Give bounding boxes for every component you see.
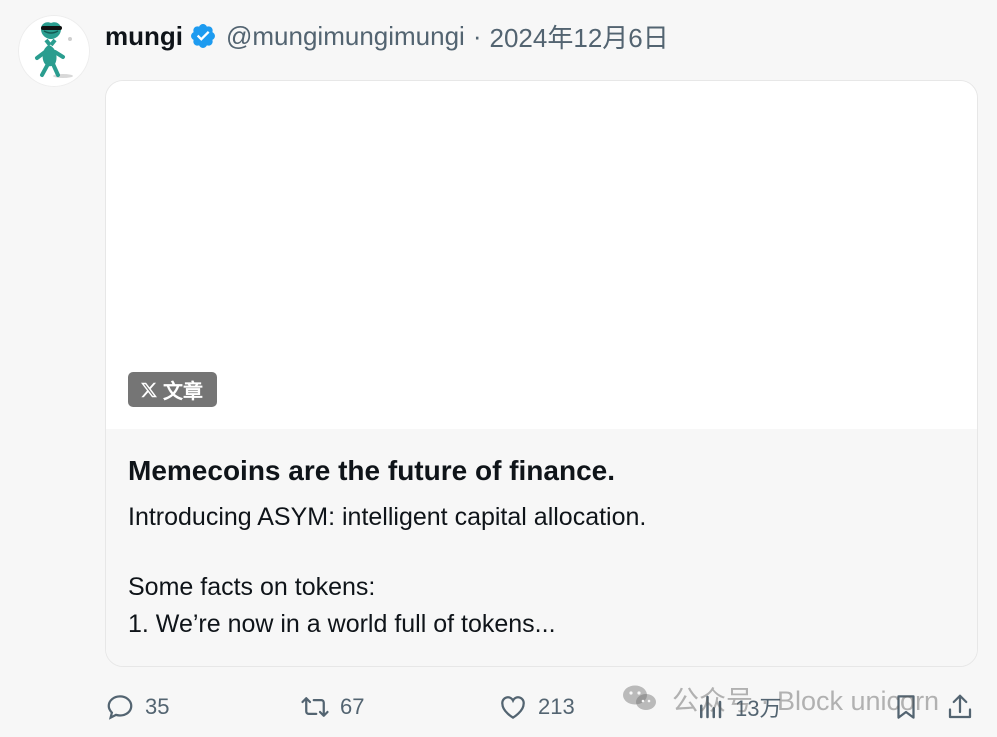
avatar[interactable]: [18, 15, 90, 87]
article-preview: Memecoins are the future of finance. Int…: [106, 429, 977, 666]
frog-character-icon: [35, 22, 73, 78]
tweet-actions: 35 67 213 13万: [0, 686, 997, 728]
views-count: 13万: [735, 696, 782, 721]
article-card[interactable]: 文章 Memecoins are the future of finance. …: [105, 80, 978, 667]
views-button[interactable]: 13万: [695, 686, 781, 728]
tweet-timestamp[interactable]: 2024年12月6日: [490, 18, 669, 55]
bookmark-button[interactable]: [891, 686, 921, 728]
tweet-header: mungi @mungimungimungi · 2024年12月6日: [105, 16, 669, 56]
share-icon: [945, 692, 975, 722]
author-name[interactable]: mungi: [105, 21, 183, 52]
retweet-button[interactable]: 67: [300, 686, 364, 728]
share-button[interactable]: [945, 686, 975, 728]
article-badge: 文章: [128, 372, 217, 407]
article-line-1: Introducing ASYM: intelligent capital al…: [128, 503, 647, 531]
reply-button[interactable]: 35: [105, 686, 169, 728]
retweet-icon: [300, 692, 330, 722]
views-icon: [695, 692, 725, 722]
retweet-count: 67: [340, 694, 365, 719]
x-logo-icon: [141, 382, 157, 398]
article-title: Memecoins are the future of finance.: [128, 455, 615, 486]
like-button[interactable]: 213: [498, 686, 575, 728]
article-cover: 文章: [106, 81, 977, 429]
reply-count: 35: [145, 694, 170, 719]
article-line-3: 1. We’re now in a world full of tokens..…: [128, 610, 556, 638]
article-badge-label: 文章: [163, 381, 203, 403]
verified-badge-icon: [189, 22, 217, 50]
like-count: 213: [538, 694, 575, 719]
bookmark-icon: [891, 692, 921, 722]
article-line-2: Some facts on tokens:: [128, 573, 376, 601]
author-handle[interactable]: @mungimungimungi: [226, 21, 465, 52]
reply-icon: [105, 692, 135, 722]
like-icon: [498, 692, 528, 722]
header-separator: ·: [472, 20, 482, 51]
